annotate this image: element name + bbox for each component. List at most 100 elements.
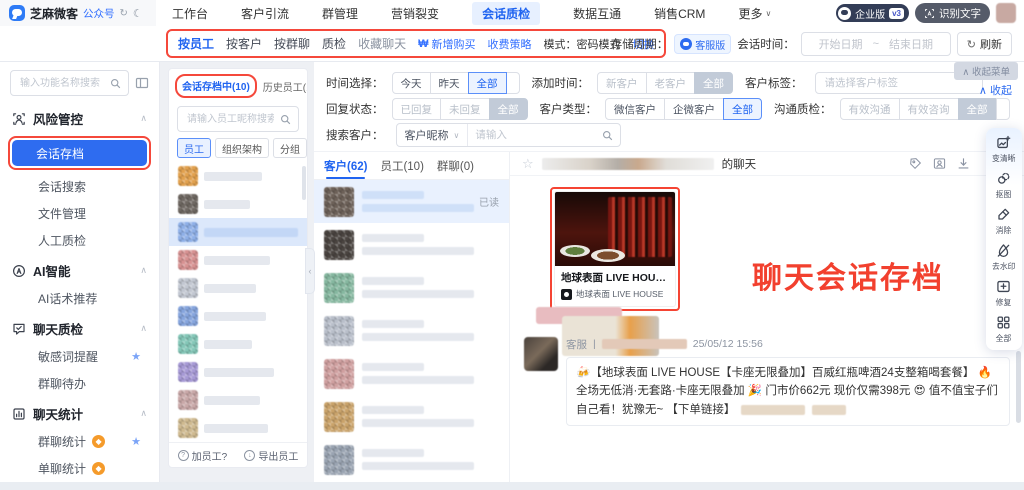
sidebar-group-header[interactable]: 聊天统计∧ [0,397,159,428]
qc-settings-gear-icon[interactable] [996,98,1010,120]
calendar-button[interactable] [506,72,520,94]
switch-account-icon[interactable]: ↻ [120,8,128,19]
sidebar-item[interactable]: 群聊统计◆★ [0,428,159,455]
filter-option[interactable]: 全部 [694,72,733,94]
customer-tag-input[interactable] [823,76,975,90]
sidebar-group-header[interactable]: AI智能∧ [0,254,159,285]
collapse-filters-link[interactable]: ∧ 收起 [979,82,1012,98]
filter-option[interactable]: 微信客户 [605,98,665,120]
function-search-input[interactable] [18,77,106,90]
customer-row[interactable] [314,223,509,266]
tag-icon[interactable] [909,157,922,170]
toolbar-tab[interactable]: 按客户 [226,35,262,52]
customer-tab[interactable]: 客户(62) [324,152,367,179]
date-range-input[interactable]: 开始日期 ~ 结束日期 [801,32,951,56]
nav-item[interactable]: 客户引流 [241,5,289,22]
customer-row[interactable] [314,438,509,481]
nav-item[interactable]: 销售CRM [654,5,705,22]
employee-row[interactable] [169,218,307,246]
sidebar-item[interactable]: 文件管理 [0,200,159,227]
tool-grid[interactable]: 全部 [995,315,1012,344]
sidebar-item[interactable]: 会话搜索 [0,173,159,200]
tab-history-employees[interactable]: 历史员工(11) [263,79,308,94]
filter-option[interactable]: 新客户 [597,72,647,94]
export-employee-button[interactable]: ↓ 导出员工 [244,448,298,463]
filter-option[interactable]: 有效沟通 [840,98,900,120]
nav-item[interactable]: 营销裂变 [391,5,439,22]
customer-search-input[interactable] [468,129,601,141]
product-card[interactable]: 地球表面 LIVE HOUSE|【... 地球表面 LIVE HOUSE [554,191,676,307]
employee-view-tab[interactable]: 组织架构 [215,138,269,158]
customer-tab[interactable]: 群聊(0) [437,152,474,179]
toolbar-tab[interactable]: 按员工 [178,35,214,52]
favorite-star-icon[interactable]: ★ [131,435,141,448]
employee-view-tab[interactable]: 员工 [177,138,211,158]
employee-row[interactable] [169,386,307,414]
customer-row[interactable]: 已读 [314,180,509,223]
filter-option[interactable]: 全部 [958,98,997,120]
employee-row[interactable] [169,162,307,190]
filter-option[interactable]: 全部 [468,72,507,94]
collapse-menu-pill[interactable]: ∧ 收起菜单 [954,62,1018,80]
filter-option[interactable]: 有效咨询 [899,98,959,120]
employee-scrollbar[interactable] [302,166,306,200]
employee-row[interactable] [169,330,307,358]
employee-row[interactable] [169,274,307,302]
customer-row[interactable] [314,352,509,395]
tab-archiving[interactable]: 会话存档中(10) [182,82,250,93]
filter-option[interactable]: 未回复 [440,98,490,120]
employee-row[interactable] [169,414,307,442]
sidebar-group-header[interactable]: 风险管控∧ [0,102,159,133]
portrait-icon[interactable] [933,157,946,170]
nav-item[interactable]: 更多∨ [738,5,771,22]
search-icon[interactable] [602,130,613,141]
chat-scrollbar[interactable] [1016,351,1021,423]
buy-link[interactable]: ₩ 新增购买 [418,36,475,52]
ocr-button[interactable]: 识别文字 [915,3,990,23]
panel-collapse-handle[interactable]: ‹ [305,248,315,294]
sidebar-item[interactable]: 敏感词提醒★ [0,343,159,370]
employee-row[interactable] [169,246,307,274]
tool-watermark-remove[interactable]: 去水印 [991,243,1017,272]
filter-option[interactable]: 老客户 [646,72,696,94]
employee-row[interactable] [169,190,307,218]
sidebar-item[interactable]: 单聊统计◆ [0,455,159,482]
theme-moon-icon[interactable]: ☾ [133,7,143,20]
employee-view-tab[interactable]: 分组 [273,138,307,158]
tool-enhance[interactable]: 变清晰 [991,135,1017,164]
toolbar-tab[interactable]: 按群聊 [274,35,310,52]
favorite-star-icon[interactable]: ★ [131,350,141,363]
download-icon[interactable] [957,157,970,170]
toolbar-tab[interactable]: 收藏聊天 [358,35,406,52]
filter-option[interactable]: 今天 [392,72,431,94]
employee-search-box[interactable] [177,106,299,132]
filter-option[interactable]: 企微客户 [664,98,724,120]
nav-item[interactable]: 数据互通 [573,5,621,22]
refresh-button[interactable]: ↻ 刷新 [957,32,1012,56]
tool-repair[interactable]: 修复 [995,279,1012,308]
employee-search-input[interactable] [185,113,276,126]
nav-item[interactable]: 工作台 [172,5,208,22]
sidebar-item[interactable]: AI话术推荐 [0,285,159,312]
nav-item[interactable]: 会话质检 [472,2,540,25]
filter-option[interactable]: 已回复 [392,98,442,120]
favorite-star-icon[interactable]: ☆ [522,156,534,172]
filter-option[interactable]: 全部 [723,98,762,120]
employee-row[interactable] [169,302,307,330]
filter-option[interactable]: 全部 [489,98,528,120]
pricing-link[interactable]: 收费策略 [487,36,531,52]
function-search-box[interactable] [10,70,129,96]
nav-item[interactable]: 群管理 [322,5,358,22]
employee-row[interactable] [169,358,307,386]
filter-option[interactable]: 昨天 [430,72,469,94]
account-type-link[interactable]: 公众号 [83,6,115,21]
tool-cutout[interactable]: 抠图 [995,171,1012,200]
customer-tab[interactable]: 员工(10) [380,152,423,179]
tool-erase[interactable]: 消除 [995,207,1012,236]
customer-row[interactable] [314,395,509,438]
add-employee-button[interactable]: ? 加员工? [178,448,228,463]
panel-toggle-icon[interactable] [135,76,149,90]
user-avatar[interactable] [996,3,1016,23]
customer-row[interactable] [314,266,509,309]
sidebar-group-header[interactable]: 聊天质检∧ [0,312,159,343]
